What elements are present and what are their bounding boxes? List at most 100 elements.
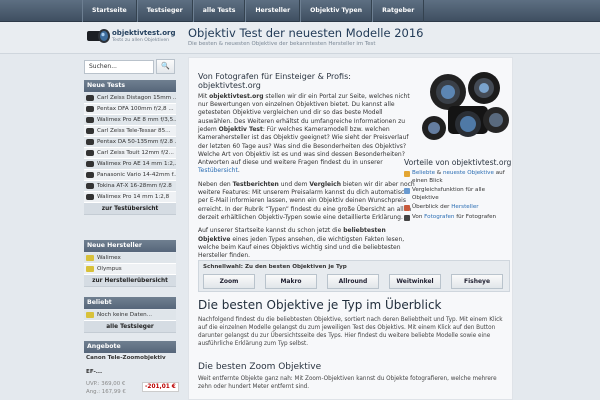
nav-objektiv-typen[interactable]: Objektiv Typen bbox=[300, 0, 373, 22]
list-item-label: Carl Zeiss Tele-Tessar 85... bbox=[97, 127, 171, 134]
list-item[interactable]: Carl Zeiss Tele-Tessar 85... bbox=[84, 126, 176, 137]
list-item-label: Pentax DFA 100mm f/2,8 ... bbox=[97, 105, 174, 112]
schnellwahl-box: Schnellwahl: Zu den besten Objektiven je… bbox=[198, 260, 510, 292]
zoom-heading: Die besten Zoom Objektive bbox=[198, 362, 322, 372]
list-item[interactable]: Walimex Pro 14 mm 1:2,8 bbox=[84, 192, 176, 203]
search-input[interactable]: Suchen... bbox=[84, 60, 154, 74]
lens-thumbnail-icon bbox=[86, 139, 94, 145]
page-subtitle: Die besten & neuesten Objektive der beka… bbox=[188, 41, 376, 47]
makro-button[interactable]: Makro bbox=[265, 274, 317, 289]
testuebersicht-inline-link[interactable]: Testübersicht bbox=[198, 167, 238, 174]
list-item-label: Olympus bbox=[97, 265, 122, 272]
offer-product-title-2[interactable]: EF-... bbox=[86, 369, 102, 375]
zoom-button[interactable]: Zoom bbox=[203, 274, 255, 289]
list-item[interactable]: Carl Zeiss Touit 12mm f/2... bbox=[84, 148, 176, 159]
lens-thumbnail-icon bbox=[86, 161, 94, 167]
section-paragraph: Nachfolgend findest du die beliebtesten … bbox=[198, 317, 503, 347]
intro-paragraph-1: Mit objektivtest.org stellen wir dir ein… bbox=[198, 92, 410, 175]
fotografen-link[interactable]: Fotografen bbox=[424, 214, 454, 220]
lens-thumbnail-icon bbox=[86, 194, 94, 200]
offer-angebot-price: Ang.: 167,99 € bbox=[86, 389, 126, 395]
neue-tests-list: Carl Zeiss Distagon 15mm ... Pentax DFA … bbox=[84, 93, 176, 215]
schnellwahl-label: Schnellwahl: Zu den besten Objektiven je… bbox=[203, 264, 347, 270]
page-title: Objektiv Test der neuesten Modelle 2016 bbox=[188, 26, 424, 40]
compare-icon bbox=[404, 188, 410, 194]
weitwinkel-button[interactable]: Weitwinkel bbox=[389, 274, 441, 289]
list-item[interactable]: Tokina AT-X 16-28mm f/2.8 bbox=[84, 181, 176, 192]
nav-alle-tests[interactable]: alle Tests bbox=[192, 0, 246, 22]
list-item-label: Walimex Pro 14 mm 1:2,8 bbox=[97, 193, 170, 200]
star-icon bbox=[404, 171, 410, 177]
list-item[interactable]: Panasonic Vario 14-42mm f... bbox=[84, 170, 176, 181]
zoom-paragraph: Weit entfernte Objekte ganz nah: Mit Zoo… bbox=[198, 376, 497, 390]
lens-thumbnail-icon bbox=[86, 117, 94, 123]
sidebar: Suchen... 🔍 Neue Tests Carl Zeiss Distag… bbox=[84, 56, 176, 400]
lens-thumbnail-icon bbox=[86, 95, 94, 101]
lens-thumbnail-icon bbox=[86, 106, 94, 112]
testuebersicht-link[interactable]: zur Testübersicht bbox=[84, 203, 176, 215]
section-heading: Die besten Objektive je Typ im Überblick bbox=[198, 298, 442, 312]
list-item[interactable]: Walimex Pro AE 8 mm f/3,5... bbox=[84, 115, 176, 126]
lens-collection-image bbox=[422, 72, 509, 140]
nav-testsieger[interactable]: Testsieger bbox=[136, 0, 193, 22]
list-item[interactable]: Pentax DA 50-135mm f/2.8 ... bbox=[84, 137, 176, 148]
allround-button[interactable]: Allround bbox=[327, 274, 379, 289]
list-item-label: Walimex bbox=[97, 254, 121, 261]
brand-logo-icon bbox=[86, 255, 94, 261]
herstelleruebersicht-link[interactable]: zur Herstellerübersicht bbox=[84, 275, 176, 287]
offer-product-title[interactable]: Canon Tele-Zoomobjektiv bbox=[86, 355, 166, 361]
camera-icon bbox=[404, 214, 410, 221]
intro-paragraph-3: Auf unserer Startseite kannst du schon j… bbox=[198, 227, 405, 260]
main-nav: Startseite Testsieger alle Tests Herstel… bbox=[82, 0, 425, 22]
list-item-label: Walimex Pro AE 8 mm f/3,5... bbox=[97, 116, 176, 123]
list-item[interactable]: Olympus bbox=[84, 264, 176, 275]
vorteile-heading: Vorteile von objektivtest.org bbox=[404, 158, 512, 167]
widget-title-angebote: Angebote bbox=[84, 341, 176, 353]
vorteil-item: Überblick der Hersteller bbox=[404, 204, 512, 212]
hersteller-link[interactable]: Hersteller bbox=[451, 204, 478, 210]
offer-savings-badge: -201,01 € bbox=[142, 382, 179, 392]
intro-heading: Von Fotografen für Einsteiger & Profis: … bbox=[198, 72, 351, 91]
widget-title-neue-tests: Neue Tests bbox=[84, 80, 176, 92]
list-item-label: Walimex Pro AE 14 mm 1:2,... bbox=[97, 160, 176, 167]
logo-lens-icon[interactable] bbox=[86, 27, 111, 45]
logo-text[interactable]: objektivtest.org bbox=[112, 29, 175, 37]
vorteil-item: Beliebte & neueste Objektive auf einen B… bbox=[404, 170, 512, 185]
intro-section: Von Fotografen für Einsteiger & Profis: … bbox=[198, 72, 416, 265]
logo-tagline: Tests zu allen Objektiven bbox=[112, 38, 170, 43]
beliebte-link[interactable]: Beliebte bbox=[412, 170, 435, 176]
search-icon: 🔍 bbox=[161, 62, 170, 70]
neueste-objektive-link[interactable]: neueste Objektive bbox=[443, 170, 494, 176]
offer-uvp: UVP.: 369,00 € bbox=[86, 381, 126, 387]
fisheye-button[interactable]: Fisheye bbox=[451, 274, 503, 289]
list-item[interactable]: Pentax DFA 100mm f/2,8 ... bbox=[84, 104, 176, 115]
list-item[interactable]: Walimex Pro AE 14 mm 1:2,... bbox=[84, 159, 176, 170]
widget-title-beliebt: Beliebt bbox=[84, 297, 176, 309]
list-item-label: Tokina AT-X 16-28mm f/2.8 bbox=[97, 182, 172, 189]
lens-thumbnail-icon bbox=[86, 128, 94, 134]
list-item-label: Noch keine Daten... bbox=[97, 311, 153, 318]
nav-hersteller[interactable]: Hersteller bbox=[245, 0, 301, 22]
lens-thumbnail-icon bbox=[86, 150, 94, 156]
vorteil-item: Vergleichsfunktion für alle Objektive bbox=[404, 187, 512, 202]
list-item[interactable]: Carl Zeiss Distagon 15mm ... bbox=[84, 93, 176, 104]
search-button[interactable]: 🔍 bbox=[156, 59, 175, 74]
neue-hersteller-list: Walimex Olympus zur Herstellerübersicht bbox=[84, 253, 176, 287]
alle-testsieger-link[interactable]: alle Testsieger bbox=[84, 321, 176, 333]
list-item[interactable]: Walimex bbox=[84, 253, 176, 264]
intro-paragraph-2: Neben den Testberichten und dem Vergleic… bbox=[198, 180, 415, 221]
beliebt-list: Noch keine Daten... alle Testsieger bbox=[84, 310, 176, 333]
lens-thumbnail-icon bbox=[86, 183, 94, 189]
list-item-label: Pentax DA 50-135mm f/2.8 ... bbox=[97, 138, 176, 145]
placeholder-icon bbox=[86, 312, 94, 318]
nav-startseite[interactable]: Startseite bbox=[82, 0, 137, 22]
list-item-label: Panasonic Vario 14-42mm f... bbox=[97, 171, 176, 178]
brand-icon bbox=[404, 205, 410, 211]
nav-ratgeber[interactable]: Ratgeber bbox=[372, 0, 425, 22]
list-item: Noch keine Daten... bbox=[84, 310, 176, 321]
lens-thumbnail-icon bbox=[86, 172, 94, 178]
list-item-label: Carl Zeiss Distagon 15mm ... bbox=[97, 94, 176, 101]
widget-title-neue-hersteller: Neue Hersteller bbox=[84, 240, 176, 252]
list-item-label: Carl Zeiss Touit 12mm f/2... bbox=[97, 149, 174, 156]
vorteil-item: Von Fotografen für Fotografen bbox=[404, 214, 512, 222]
